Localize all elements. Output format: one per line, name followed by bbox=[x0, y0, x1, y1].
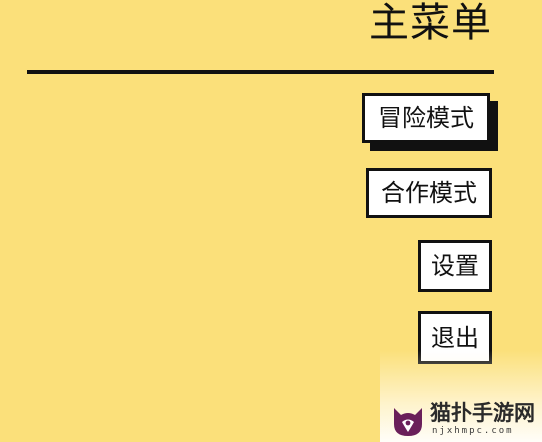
exit-label: 退出 bbox=[431, 323, 479, 352]
adventure-mode-button[interactable]: 冒险模式 bbox=[362, 93, 490, 143]
cat-head-logo-icon bbox=[394, 408, 422, 436]
settings-button[interactable]: 设置 bbox=[418, 240, 492, 292]
adventure-mode-label: 冒险模式 bbox=[378, 104, 474, 132]
watermark-name: 猫扑手游网 bbox=[430, 401, 535, 425]
coop-mode-label: 合作模式 bbox=[381, 179, 477, 207]
coop-mode-button[interactable]: 合作模式 bbox=[366, 168, 492, 218]
settings-label: 设置 bbox=[431, 252, 479, 280]
title-divider bbox=[27, 70, 494, 74]
menu-title: 主菜单 bbox=[369, 0, 492, 46]
site-watermark: 猫扑手游网 njxhmpc.com bbox=[390, 400, 540, 440]
watermark-domain: njxhmpc.com bbox=[432, 426, 514, 436]
